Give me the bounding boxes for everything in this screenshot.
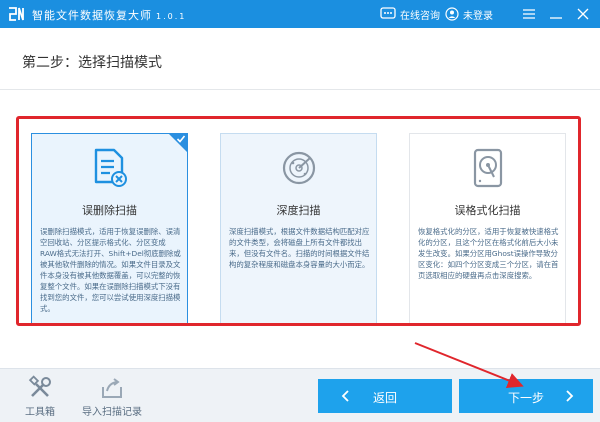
back-button[interactable]: 返回	[318, 379, 452, 413]
app-version: 1.0.1	[156, 12, 187, 21]
import-scan-record-label: 导入扫描记录	[82, 407, 142, 418]
menu-icon	[523, 9, 535, 19]
import-scan-record-button[interactable]: 导入扫描记录	[72, 373, 152, 419]
toolbox-button[interactable]: 工具箱	[0, 373, 80, 419]
chevron-right-icon	[566, 390, 574, 402]
toolbox-label: 工具箱	[25, 407, 55, 418]
online-help-button[interactable]: 在线咨询	[380, 6, 440, 22]
bottom-bar: 工具箱 导入扫描记录 返回 下一步	[0, 368, 600, 422]
back-label: 返回	[372, 391, 397, 405]
next-step-button[interactable]: 下一步	[459, 379, 593, 413]
login-label: 未登录	[463, 10, 493, 22]
share-export-icon	[102, 378, 122, 398]
tools-icon	[28, 375, 51, 397]
annotation-highlight-frame	[16, 116, 581, 326]
minimize-button[interactable]	[546, 4, 566, 24]
app-logo-icon	[9, 7, 24, 21]
app-title: 智能文件数据恢复大师 1.0.1	[32, 7, 186, 23]
online-help-label: 在线咨询	[400, 10, 440, 22]
close-button[interactable]	[573, 4, 593, 24]
close-icon	[577, 8, 589, 20]
minimize-icon	[550, 17, 562, 19]
user-icon	[445, 7, 459, 21]
step-title: 第二步：选择扫描模式	[22, 55, 162, 71]
menu-button[interactable]	[519, 4, 539, 24]
step-header: 第二步：选择扫描模式	[0, 28, 600, 90]
scan-mode-panel: 误删除扫描 误删除扫描模式，适用于恢复误删除、误清空回收站、分区提示格式化、分区…	[0, 91, 600, 368]
app-name: 智能文件数据恢复大师	[32, 9, 152, 22]
chat-icon	[380, 7, 396, 19]
title-bar: 智能文件数据恢复大师 1.0.1 在线咨询 未登录	[0, 0, 600, 28]
login-button[interactable]: 未登录	[445, 6, 493, 22]
